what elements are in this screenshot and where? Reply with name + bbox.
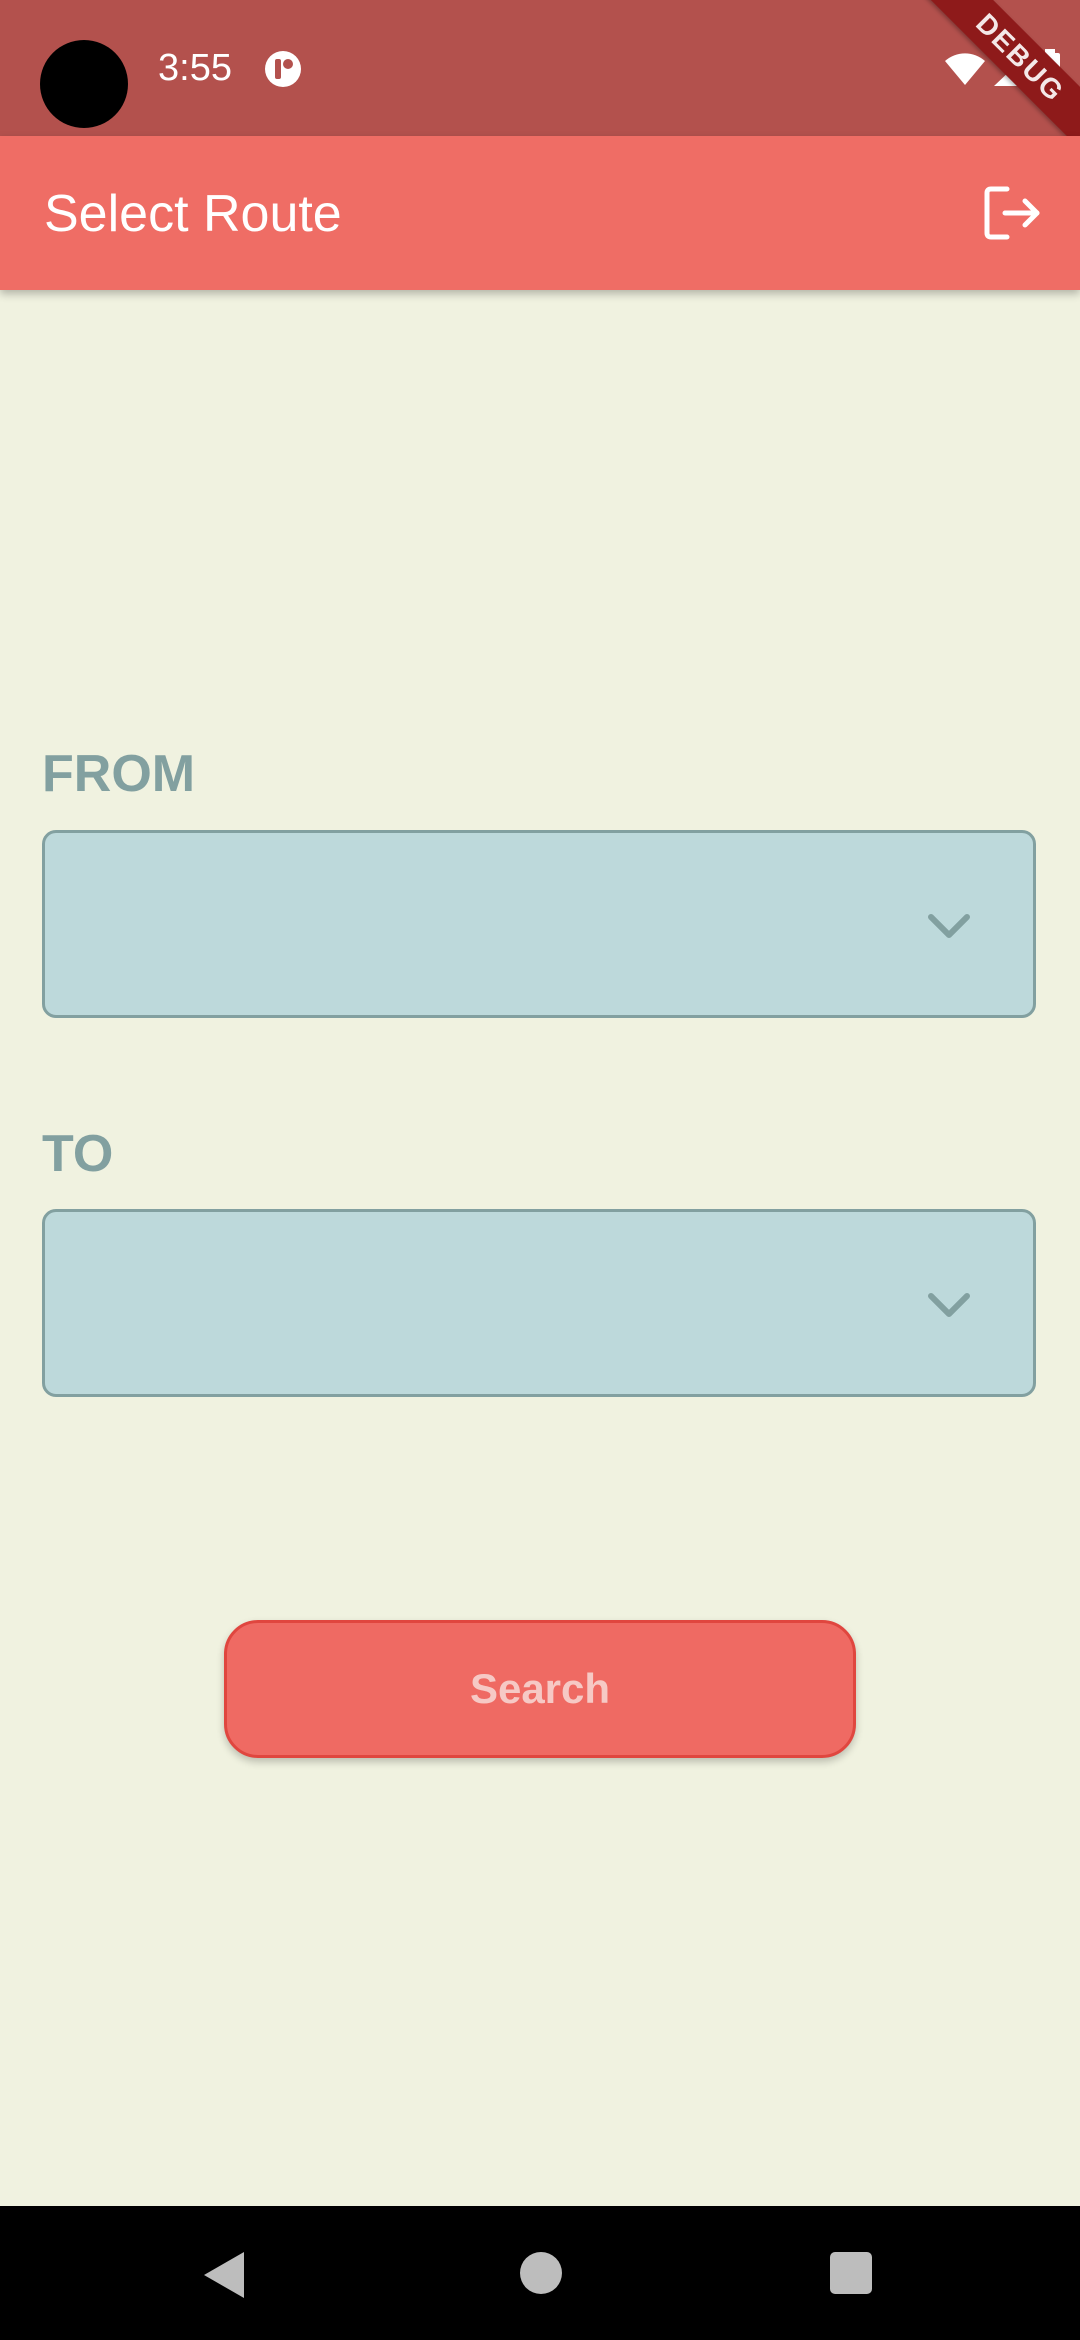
chevron-down-icon <box>928 1293 970 1317</box>
signal-icon <box>994 52 1030 86</box>
back-icon[interactable] <box>200 2250 248 2300</box>
status-time: 3:55 <box>158 47 232 89</box>
status-bar: 3:55 <box>0 0 1080 136</box>
search-button[interactable]: Search <box>224 1620 856 1758</box>
recents-icon[interactable] <box>830 2252 872 2294</box>
from-label: FROM <box>42 745 196 803</box>
wifi-icon <box>945 53 985 85</box>
system-nav-bar <box>0 2206 1080 2340</box>
page-title: Select Route <box>44 185 342 243</box>
from-dropdown[interactable] <box>42 830 1036 1018</box>
to-dropdown[interactable] <box>42 1209 1036 1397</box>
app-bar: Select Route <box>0 136 1080 290</box>
to-label: TO <box>42 1125 114 1183</box>
camera-cutout <box>40 40 128 128</box>
home-icon[interactable] <box>520 2252 562 2294</box>
logout-icon <box>984 186 1040 240</box>
battery-icon <box>1040 49 1060 89</box>
status-icons <box>944 48 1062 90</box>
notification-app-icon <box>265 51 301 87</box>
chevron-down-icon <box>928 914 970 938</box>
search-button-label: Search <box>469 1665 611 1712</box>
logout-button[interactable] <box>976 176 1050 250</box>
